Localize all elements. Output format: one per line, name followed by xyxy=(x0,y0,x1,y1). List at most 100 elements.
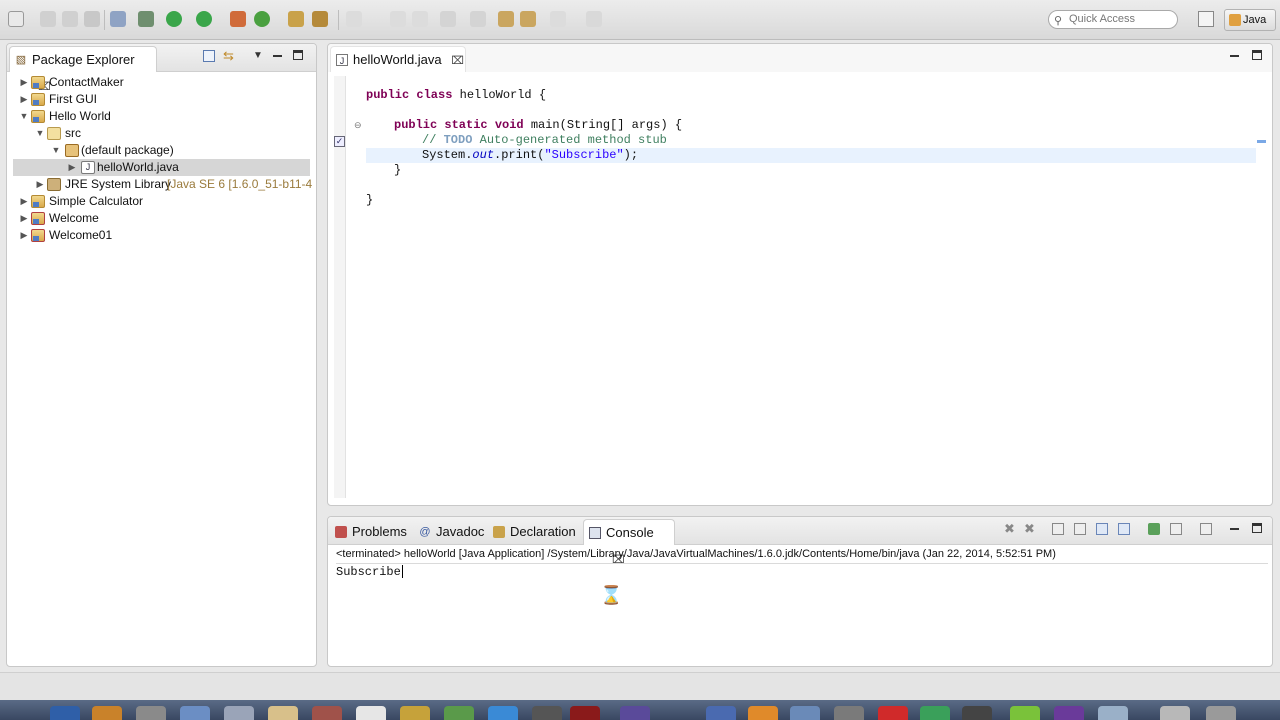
expand-arrow-icon[interactable]: ▶ xyxy=(19,227,29,244)
code-line[interactable]: public class helloWorld { xyxy=(366,88,546,103)
forward-icon[interactable] xyxy=(550,11,566,27)
dock-app-icon[interactable] xyxy=(312,706,342,720)
trash-dock-icon[interactable] xyxy=(1206,706,1236,720)
dock-app-icon[interactable] xyxy=(356,706,386,720)
dock-app-icon[interactable] xyxy=(920,706,950,720)
open-perspective-icon[interactable] xyxy=(1198,11,1214,27)
dock-app-icon[interactable] xyxy=(532,706,562,720)
expand-arrow-icon[interactable]: ▶ xyxy=(19,91,29,108)
task-marker-icon[interactable]: ✓ xyxy=(334,136,345,147)
dock-app-icon[interactable] xyxy=(878,706,908,720)
code-line[interactable]: public static void main(String[] args) { xyxy=(394,118,682,133)
console-output[interactable]: Subscribe xyxy=(336,565,403,579)
maximize-icon[interactable] xyxy=(1252,50,1262,60)
dock-app-icon[interactable] xyxy=(748,706,778,720)
remove-all-terminated-icon[interactable]: ✖ xyxy=(1024,522,1035,535)
tree-item-helloworld-java[interactable]: ▶ J helloWorld.java xyxy=(13,159,310,176)
dock-app-icon[interactable] xyxy=(1054,706,1084,720)
dock-app-icon[interactable] xyxy=(400,706,430,720)
code-line[interactable]: // TODO Auto-generated method stub xyxy=(422,133,667,148)
run-icon[interactable] xyxy=(166,11,182,27)
tree-item-simple-calculator[interactable]: ▶ Simple Calculator xyxy=(7,193,316,210)
annotation-next-icon[interactable] xyxy=(346,11,362,27)
show-on-error-icon[interactable] xyxy=(1118,523,1130,535)
tree-item-contactmaker[interactable]: ▶ ContactMaker xyxy=(7,74,316,91)
expand-arrow-icon[interactable]: ▶ xyxy=(35,176,45,193)
dock-app-icon[interactable] xyxy=(790,706,820,720)
expand-arrow-icon[interactable]: ▶ xyxy=(19,193,29,210)
maximize-icon[interactable] xyxy=(1252,523,1262,533)
search-icon[interactable] xyxy=(312,11,328,27)
print-icon[interactable] xyxy=(84,11,100,27)
pin-console-icon[interactable] xyxy=(1148,523,1160,535)
code-line[interactable]: } xyxy=(366,193,373,208)
dock-app-icon[interactable] xyxy=(180,706,210,720)
tab-package-explorer[interactable]: ▧ Package Explorer ⌧ xyxy=(9,46,157,93)
expand-arrow-icon[interactable]: ▶ xyxy=(67,159,77,176)
finder-dock-icon[interactable] xyxy=(50,706,80,720)
code-line[interactable]: } xyxy=(394,163,401,178)
tree-item-hello-world[interactable]: ▼ Hello World xyxy=(7,108,316,125)
dock-app-icon[interactable] xyxy=(92,706,122,720)
new-icon[interactable] xyxy=(8,11,24,27)
open-console-icon[interactable] xyxy=(1200,523,1212,535)
minimize-icon[interactable] xyxy=(273,55,282,57)
open-type-icon[interactable] xyxy=(288,11,304,27)
show-on-output-icon[interactable] xyxy=(1096,523,1108,535)
collapse-all-icon[interactable] xyxy=(203,50,215,62)
fold-icon[interactable]: ⊖ xyxy=(354,120,362,131)
tree-item-first-gui[interactable]: ▶ First GUI xyxy=(7,91,316,108)
expand-arrow-icon[interactable]: ▶ xyxy=(19,210,29,227)
new-class-icon[interactable] xyxy=(254,11,270,27)
external-tools-icon[interactable] xyxy=(196,11,212,27)
tree-item-welcome[interactable]: ▶ Welcome xyxy=(7,210,316,227)
dock-app-icon[interactable] xyxy=(1098,706,1128,720)
collapse-arrow-icon[interactable]: ▼ xyxy=(35,125,45,142)
dock-app-icon[interactable] xyxy=(706,706,736,720)
terminate-icon[interactable]: ✖ xyxy=(1004,522,1015,535)
toggle-mark-icon[interactable] xyxy=(390,11,406,27)
next-annotation-icon[interactable] xyxy=(440,11,456,27)
close-icon[interactable]: ⌧ xyxy=(451,55,464,67)
new-java-project-icon[interactable] xyxy=(230,11,246,27)
tab-console[interactable]: Console ⌧ xyxy=(583,519,675,566)
code-line[interactable]: System.out.print("Subscribe"); xyxy=(422,148,638,163)
collapse-arrow-icon[interactable]: ▼ xyxy=(51,142,61,159)
java-perspective-button[interactable]: Java xyxy=(1224,9,1276,31)
minimize-icon[interactable] xyxy=(1230,55,1239,57)
last-edit-location-icon[interactable] xyxy=(498,11,514,27)
link-with-editor-icon[interactable]: ⇆ xyxy=(223,49,237,62)
tab-helloworld-java[interactable]: J helloWorld.java ⌧ xyxy=(330,46,466,72)
maximize-icon[interactable] xyxy=(293,50,303,60)
view-menu-icon[interactable]: ▼ xyxy=(253,50,263,62)
save-icon[interactable] xyxy=(40,11,56,27)
tab-problems[interactable]: Problems xyxy=(330,519,412,545)
save-all-icon[interactable] xyxy=(62,11,78,27)
tree-item-default-package[interactable]: ▼ (default package) xyxy=(7,142,316,159)
scroll-lock-icon[interactable] xyxy=(1074,523,1086,535)
dock-app-icon[interactable] xyxy=(136,706,166,720)
dock-app-icon[interactable] xyxy=(444,706,474,720)
previous-annotation-icon[interactable] xyxy=(470,11,486,27)
dock-app-icon[interactable] xyxy=(488,706,518,720)
tab-declaration[interactable]: Declaration xyxy=(488,519,580,545)
tree-item-welcome01[interactable]: ▶ Welcome01 xyxy=(7,227,316,244)
block-selection-icon[interactable] xyxy=(412,11,428,27)
dock-app-icon[interactable] xyxy=(268,706,298,720)
collapse-arrow-icon[interactable]: ▼ xyxy=(19,108,29,125)
skip-breakpoints-icon[interactable] xyxy=(110,11,126,27)
tree-item-src[interactable]: ▼ src xyxy=(7,125,316,142)
minimize-icon[interactable] xyxy=(1230,528,1239,530)
back-icon[interactable] xyxy=(520,11,536,27)
dock-app-icon[interactable] xyxy=(834,706,864,720)
dock-app-icon[interactable] xyxy=(224,706,254,720)
display-console-icon[interactable] xyxy=(1170,523,1182,535)
dock-app-icon[interactable] xyxy=(620,706,650,720)
dock-app-icon[interactable] xyxy=(1010,706,1040,720)
quick-access-field[interactable]: ⚲ Quick Access xyxy=(1048,10,1178,29)
dock-app-icon[interactable] xyxy=(570,706,600,720)
dock-app-icon[interactable] xyxy=(962,706,992,720)
expand-arrow-icon[interactable]: ▶ xyxy=(19,74,29,91)
clear-console-icon[interactable] xyxy=(1052,523,1064,535)
dock-folder-icon[interactable] xyxy=(1160,706,1190,720)
